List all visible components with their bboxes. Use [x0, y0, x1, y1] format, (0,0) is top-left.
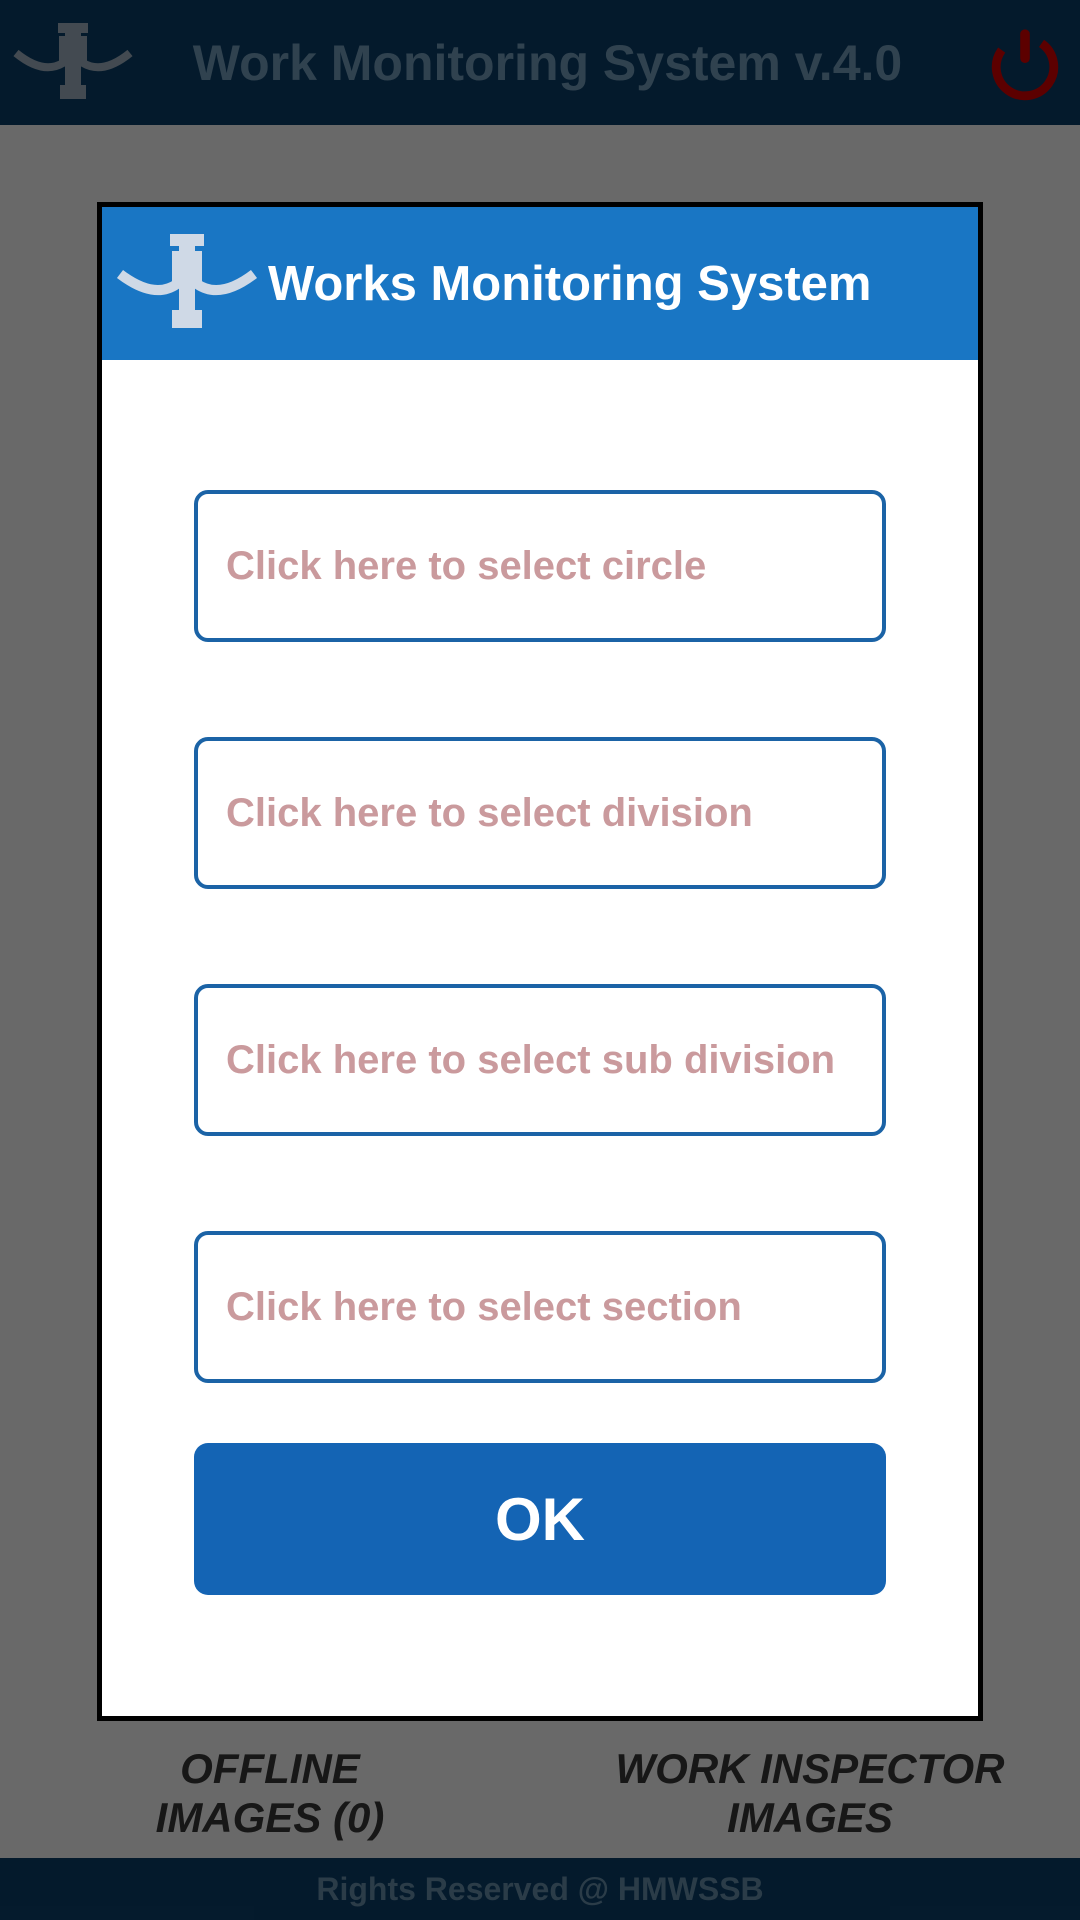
select-circle[interactable]: Click here to select circle: [194, 490, 886, 642]
select-placeholder: Click here to select section: [226, 1285, 742, 1330]
select-placeholder: Click here to select circle: [226, 544, 706, 589]
select-subdivision[interactable]: Click here to select sub division: [194, 984, 886, 1136]
select-placeholder: Click here to select division: [226, 791, 753, 836]
select-placeholder: Click here to select sub division: [226, 1038, 835, 1083]
modal-title: Works Monitoring System: [268, 256, 872, 312]
modal-logo-icon: [112, 226, 262, 341]
select-division[interactable]: Click here to select division: [194, 737, 886, 889]
selection-modal: Works Monitoring System Click here to se…: [97, 202, 983, 1721]
ok-button[interactable]: OK: [194, 1443, 886, 1595]
modal-inner: Works Monitoring System Click here to se…: [102, 207, 978, 1716]
modal-body: Click here to select circle Click here t…: [102, 360, 978, 1716]
modal-header: Works Monitoring System: [102, 207, 978, 360]
select-section[interactable]: Click here to select section: [194, 1231, 886, 1383]
